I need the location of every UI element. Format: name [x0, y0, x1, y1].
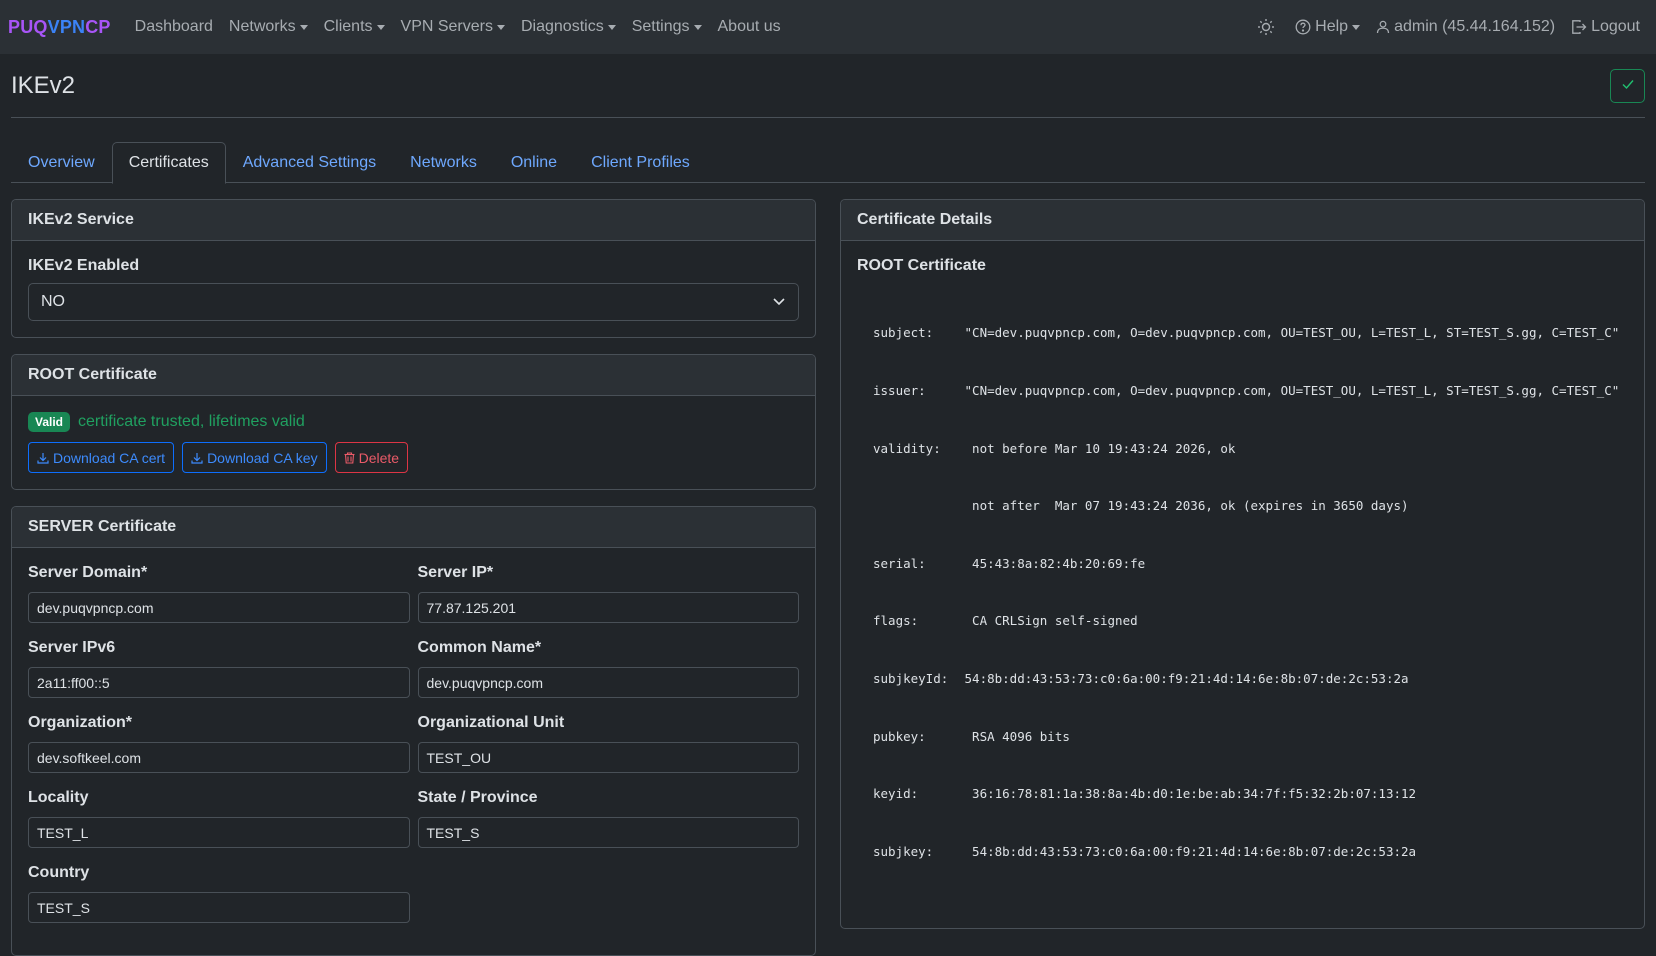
locality-input[interactable]: TEST_L — [28, 817, 410, 848]
delete-button[interactable]: Delete — [334, 442, 409, 473]
common-name-label: Common Name* — [417, 639, 542, 656]
caret-down-icon — [496, 24, 505, 30]
question-circle-icon — [1295, 19, 1311, 35]
user-menu[interactable]: admin (45.44.164.152) — [1376, 18, 1555, 36]
root-certificate-card: ROOT Certificate Valid certificate trust… — [11, 354, 816, 490]
state-province-label: State / Province — [417, 789, 538, 806]
organizational-unit-label: Organizational Unit — [417, 714, 565, 731]
page-title: IKEv2 — [11, 71, 76, 99]
certificate-details-card: Certificate Details ROOT Certificate sub… — [840, 199, 1645, 929]
server-certificate-card: SERVER Certificate Server Domain* dev.pu… — [11, 506, 816, 956]
detail-line: subjkeyId: 54:8b:dd:43:53:73:c0:6a:00:f9… — [873, 671, 1409, 687]
sun-icon — [1257, 18, 1275, 36]
card-header: ROOT Certificate — [12, 355, 815, 396]
state-province-input[interactable]: TEST_S — [417, 817, 799, 848]
tab-overview[interactable]: Overview — [11, 142, 112, 183]
locality-label: Locality — [28, 789, 89, 806]
ikev2-enabled-label: IKEv2 Enabled — [28, 257, 140, 274]
nav-networks-dropdown[interactable]: Networks — [229, 18, 308, 36]
caret-down-icon — [693, 24, 702, 30]
logout-link[interactable]: Logout — [1571, 18, 1640, 36]
nav-dashboard[interactable]: Dashboard — [135, 18, 213, 36]
detail-line: issuer: "CN=dev.puqvpncp.com, O=dev.puqv… — [873, 383, 1620, 399]
caret-down-icon — [607, 24, 616, 30]
save-check-button[interactable] — [1610, 68, 1645, 103]
country-label: Country — [28, 864, 90, 881]
download-ca-key-button[interactable]: Download CA key — [182, 442, 327, 473]
organization-label: Organization* — [28, 714, 133, 731]
tab-advanced-settings[interactable]: Advanced Settings — [226, 142, 393, 183]
check-icon — [1621, 77, 1635, 95]
detail-line: not after Mar 07 19:43:24 2036, ok (expi… — [957, 498, 1409, 514]
logout-icon — [1571, 19, 1587, 35]
card-header: Certificate Details — [841, 200, 1644, 241]
common-name-input[interactable]: dev.puqvpncp.com — [417, 667, 799, 698]
detail-line: serial: 45:43:8a:82:4b:20:69:fe — [873, 555, 1146, 571]
server-ipv6-input[interactable]: 2a11:ff00::5 — [28, 667, 410, 698]
right-column: Certificate Details ROOT Certificate sub… — [840, 199, 1645, 956]
card-header: IKEv2 Service — [12, 200, 815, 241]
tab-certificates[interactable]: Certificates — [111, 142, 226, 184]
status-text: certificate trusted, lifetimes valid — [78, 413, 305, 430]
download-icon — [37, 452, 49, 464]
details-title: ROOT Certificate — [857, 257, 986, 274]
country-input[interactable]: TEST_S — [28, 892, 410, 923]
chevron-down-icon — [772, 293, 786, 311]
tab-online[interactable]: Online — [494, 142, 574, 183]
trash-icon — [344, 451, 355, 464]
caret-down-icon — [1352, 24, 1361, 30]
detail-line: subject: "CN=dev.puqvpncp.com, O=dev.puq… — [873, 325, 1620, 341]
left-column: IKEv2 Service IKEv2 Enabled NO ROOT Cert… — [11, 199, 816, 956]
detail-line: validity: not before Mar 10 19:43:24 202… — [873, 440, 1236, 456]
card-header: SERVER Certificate — [12, 507, 815, 548]
detail-line: pubkey: RSA 4096 bits — [873, 728, 1070, 744]
help-dropdown[interactable]: Help — [1295, 18, 1361, 36]
tab-client-profiles[interactable]: Client Profiles — [574, 142, 707, 183]
server-domain-input[interactable]: dev.puqvpncp.com — [28, 592, 410, 623]
ikev2-service-card: IKEv2 Service IKEv2 Enabled NO — [11, 199, 816, 338]
user-icon — [1376, 20, 1390, 34]
server-domain-label: Server Domain* — [28, 564, 148, 581]
download-ca-cert-button[interactable]: Download CA cert — [28, 442, 175, 473]
ikev2-enabled-select[interactable]: NO — [28, 283, 799, 321]
organizational-unit-input[interactable]: TEST_OU — [417, 742, 799, 773]
server-ipv6-label: Server IPv6 — [28, 639, 116, 656]
status-badge: Valid — [28, 412, 71, 432]
nav-clients-dropdown[interactable]: Clients — [324, 18, 385, 36]
certificate-details-text: subject: "CN=dev.puqvpncp.com, O=dev.puq… — [857, 285, 1628, 900]
caret-down-icon — [299, 24, 308, 30]
detail-line: keyid: 36:16:78:81:1a:38:8a:4b:d0:1e:be:… — [873, 786, 1417, 802]
theme-toggle[interactable] — [1257, 18, 1279, 36]
tab-networks[interactable]: Networks — [393, 142, 494, 183]
tab-bar: Overview Certificates Advanced Settings … — [11, 142, 1645, 184]
nav-about-us[interactable]: About us — [718, 18, 781, 36]
organization-input[interactable]: dev.softkeel.com — [28, 742, 410, 773]
nav-settings-dropdown[interactable]: Settings — [632, 18, 702, 36]
nav-diagnostics-dropdown[interactable]: Diagnostics — [521, 18, 616, 36]
download-icon — [191, 452, 203, 464]
server-ip-input[interactable]: 77.87.125.201 — [417, 592, 799, 623]
navbar: PUQVPNCP Dashboard Networks Clients VPN … — [0, 0, 1656, 54]
server-ip-label: Server IP* — [417, 564, 494, 581]
caret-down-icon — [376, 24, 385, 30]
detail-line: flags: CA CRLSign self-signed — [873, 613, 1138, 629]
nav-vpn-servers-dropdown[interactable]: VPN Servers — [401, 18, 505, 36]
detail-line: subjkey: 54:8b:dd:43:53:73:c0:6a:00:f9:2… — [873, 843, 1417, 859]
brand-logo[interactable]: PUQVPNCP — [8, 17, 111, 38]
